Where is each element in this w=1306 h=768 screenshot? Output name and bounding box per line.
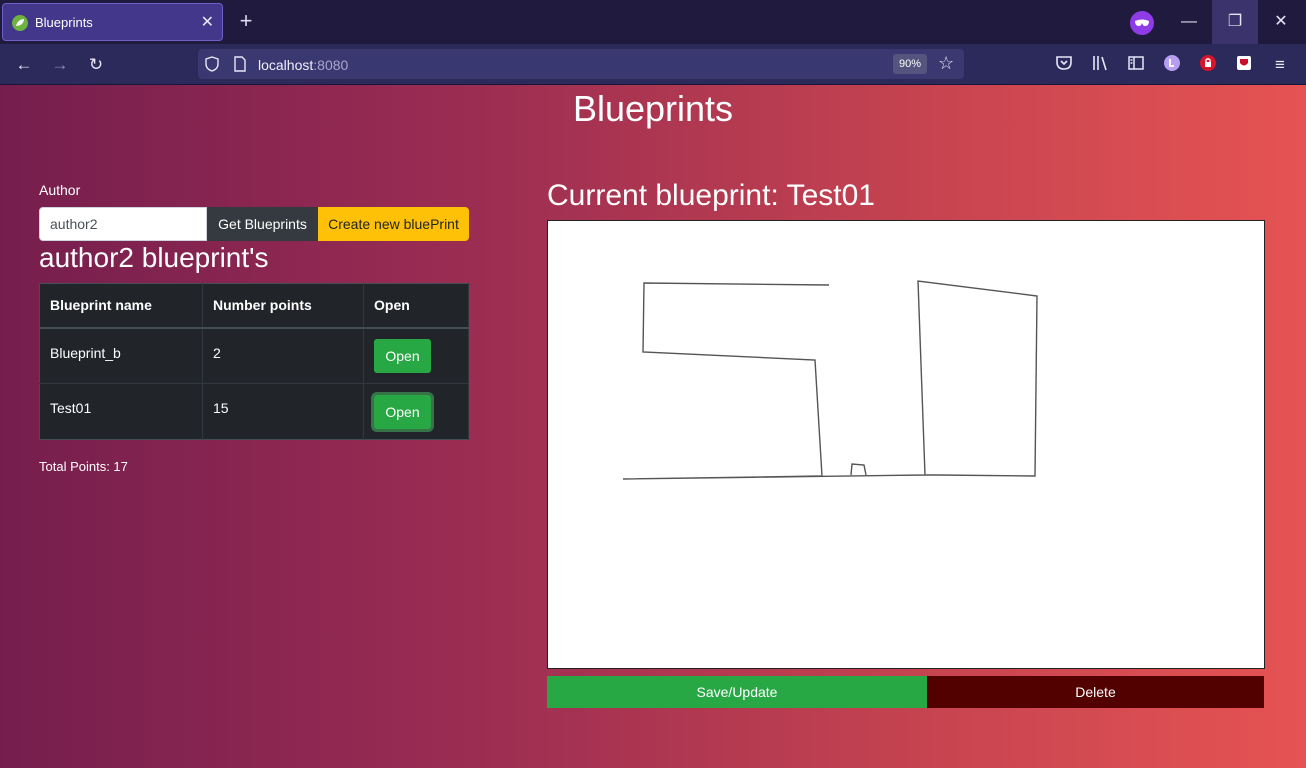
author-input[interactable] bbox=[39, 207, 207, 241]
table-row: Test01 15 Open bbox=[39, 383, 469, 440]
address-bar[interactable]: localhost:8080 90% ☆ bbox=[198, 49, 964, 79]
menu-icon[interactable]: ≡ bbox=[1269, 54, 1291, 76]
column-header-points: Number points bbox=[202, 283, 364, 329]
table-header-row: Blueprint name Number points Open bbox=[39, 283, 469, 329]
minimize-window-button[interactable]: — bbox=[1166, 0, 1212, 44]
blueprint-points-cell: 15 bbox=[202, 383, 364, 440]
close-tab-icon[interactable]: ✕ bbox=[201, 12, 214, 32]
page-content: Blueprints Author Get Blueprints Create … bbox=[0, 85, 1306, 768]
browser-tab-bar: Blueprints ✕ + — ❐ ✕ bbox=[0, 0, 1306, 44]
column-header-open: Open bbox=[363, 283, 469, 329]
table-row: Blueprint_b 2 Open bbox=[39, 327, 469, 384]
url-host: localhost bbox=[258, 57, 314, 73]
library-icon[interactable] bbox=[1089, 54, 1111, 76]
new-tab-icon[interactable]: + bbox=[234, 9, 258, 33]
zoom-level-badge[interactable]: 90% bbox=[893, 54, 927, 74]
back-arrow-icon[interactable]: ← bbox=[13, 54, 35, 76]
create-blueprint-button[interactable]: Create new bluePrint bbox=[318, 207, 469, 241]
page-icon[interactable] bbox=[233, 56, 247, 72]
spring-leaf-icon bbox=[12, 15, 28, 31]
page-title: Blueprints bbox=[572, 88, 734, 129]
column-header-name: Blueprint name bbox=[39, 283, 203, 329]
extension-icon[interactable] bbox=[1233, 54, 1255, 76]
save-update-button[interactable]: Save/Update bbox=[547, 676, 927, 708]
tab-title: Blueprints bbox=[35, 15, 93, 30]
sidebar-icon[interactable] bbox=[1125, 54, 1147, 76]
url-text[interactable]: localhost:8080 bbox=[258, 57, 348, 73]
reload-icon[interactable]: ↻ bbox=[85, 54, 107, 76]
restore-window-button[interactable]: ❐ bbox=[1212, 0, 1258, 44]
url-port: :8080 bbox=[313, 57, 349, 73]
browser-nav-bar: ← → ↻ localhost:8080 90% ☆ ≡ bbox=[0, 44, 1306, 85]
account-avatar-icon[interactable] bbox=[1161, 54, 1183, 76]
bookmark-star-icon[interactable]: ☆ bbox=[938, 53, 954, 74]
open-blueprint-button[interactable]: Open bbox=[374, 338, 431, 373]
password-manager-icon[interactable] bbox=[1197, 54, 1219, 76]
delete-button[interactable]: Delete bbox=[927, 676, 1264, 708]
get-blueprints-button[interactable]: Get Blueprints bbox=[207, 207, 318, 241]
pocket-icon[interactable] bbox=[1053, 54, 1075, 76]
browser-tab[interactable]: Blueprints ✕ bbox=[2, 3, 223, 41]
shield-icon[interactable] bbox=[204, 56, 220, 72]
close-window-button[interactable]: ✕ bbox=[1258, 0, 1304, 44]
blueprint-name-cell: Blueprint_b bbox=[39, 327, 203, 384]
total-points-text: Total Points: 17 bbox=[39, 459, 128, 474]
blueprints-table: Blueprint name Number points Open Bluepr… bbox=[39, 283, 469, 440]
blueprints-list-heading: author2 blueprint's bbox=[39, 242, 269, 273]
current-blueprint-heading: Current blueprint: Test01 bbox=[547, 179, 875, 212]
open-blueprint-button[interactable]: Open bbox=[374, 394, 431, 429]
blueprint-name-cell: Test01 bbox=[39, 383, 203, 440]
blueprint-points-cell: 2 bbox=[202, 327, 364, 384]
forward-arrow-icon[interactable]: → bbox=[49, 54, 71, 76]
blueprint-canvas[interactable] bbox=[547, 220, 1265, 669]
author-label: Author bbox=[39, 182, 81, 198]
private-browsing-icon bbox=[1130, 11, 1154, 35]
blueprint-drawing bbox=[622, 280, 1038, 480]
